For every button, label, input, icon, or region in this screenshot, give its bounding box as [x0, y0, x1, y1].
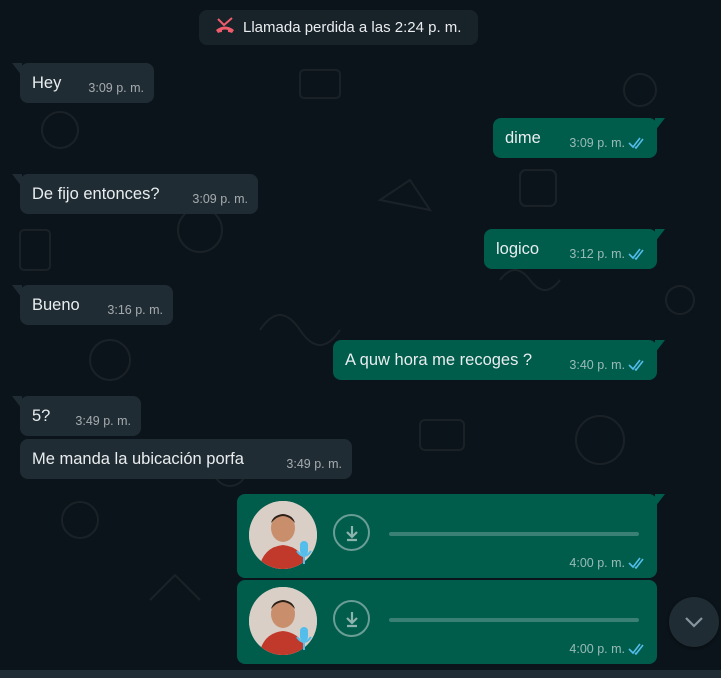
audio-progress-track[interactable]	[389, 532, 639, 536]
read-double-check-icon	[628, 359, 647, 371]
message-time: 3:12 p. m.	[569, 244, 647, 264]
microphone-icon	[296, 541, 312, 564]
message-outgoing[interactable]: dime 3:09 p. m.	[493, 118, 665, 158]
download-button[interactable]	[333, 600, 370, 637]
message-text: Hey	[32, 74, 62, 92]
message-incoming[interactable]: Me manda la ubicación porfa 3:49 p. m.	[20, 439, 352, 479]
download-button[interactable]	[333, 514, 370, 551]
read-double-check-icon	[628, 248, 647, 260]
message-outgoing[interactable]: A quw hora me recoges ? 3:40 p. m.	[333, 340, 665, 380]
missed-call-icon	[213, 16, 237, 40]
message-text: Me manda la ubicación porfa	[32, 450, 244, 468]
message-time: 3:09 p. m.	[88, 81, 144, 95]
message-incoming[interactable]: Hey 3:09 p. m.	[12, 63, 154, 103]
download-icon	[345, 611, 358, 627]
message-incoming[interactable]: 5? 3:49 p. m.	[12, 396, 141, 436]
message-text: logico	[496, 240, 540, 258]
missed-call-notice: Llamada perdida a las 2:24 p. m.	[199, 10, 478, 45]
bubble-tail	[655, 118, 665, 131]
chevron-down-icon	[685, 617, 703, 628]
message-text: De fijo entonces?	[32, 185, 160, 203]
download-icon	[345, 525, 358, 541]
message-time: 4:00 p. m.	[569, 556, 647, 570]
message-text: Bueno	[32, 296, 80, 314]
voice-note-message[interactable]: 4:00 p. m.	[237, 494, 665, 578]
message-outgoing[interactable]: logico 3:12 p. m.	[484, 229, 665, 269]
message-text: dime	[505, 129, 541, 147]
message-time: 4:00 p. m.	[569, 642, 647, 656]
bubble-tail	[12, 174, 22, 187]
bubble-tail	[655, 340, 665, 353]
message-text: A quw hora me recoges ?	[345, 351, 533, 369]
message-time: 3:49 p. m.	[75, 414, 131, 428]
bubble-tail	[12, 285, 22, 298]
message-time: 3:40 p. m.	[569, 355, 647, 375]
microphone-icon	[296, 627, 312, 650]
missed-call-text: Llamada perdida a las 2:24 p. m.	[243, 19, 462, 36]
scroll-to-bottom-button[interactable]	[669, 597, 719, 647]
read-double-check-icon	[628, 643, 647, 655]
bubble-tail	[655, 229, 665, 242]
read-double-check-icon	[628, 137, 647, 149]
bubble-tail	[655, 494, 665, 507]
message-incoming[interactable]: Bueno 3:16 p. m.	[12, 285, 173, 325]
bubble-tail	[12, 396, 22, 409]
message-incoming[interactable]: De fijo entonces? 3:09 p. m.	[12, 174, 258, 214]
message-time: 3:49 p. m.	[286, 457, 342, 471]
composer-edge	[0, 670, 721, 678]
voice-note-message[interactable]: 4:00 p. m.	[237, 580, 657, 664]
read-double-check-icon	[628, 557, 647, 569]
message-time: 3:09 p. m.	[192, 192, 248, 206]
audio-progress-track[interactable]	[389, 618, 639, 622]
message-text: 5?	[32, 407, 51, 425]
message-time: 3:09 p. m.	[569, 133, 647, 153]
message-time: 3:16 p. m.	[107, 303, 163, 317]
bubble-tail	[12, 63, 22, 76]
